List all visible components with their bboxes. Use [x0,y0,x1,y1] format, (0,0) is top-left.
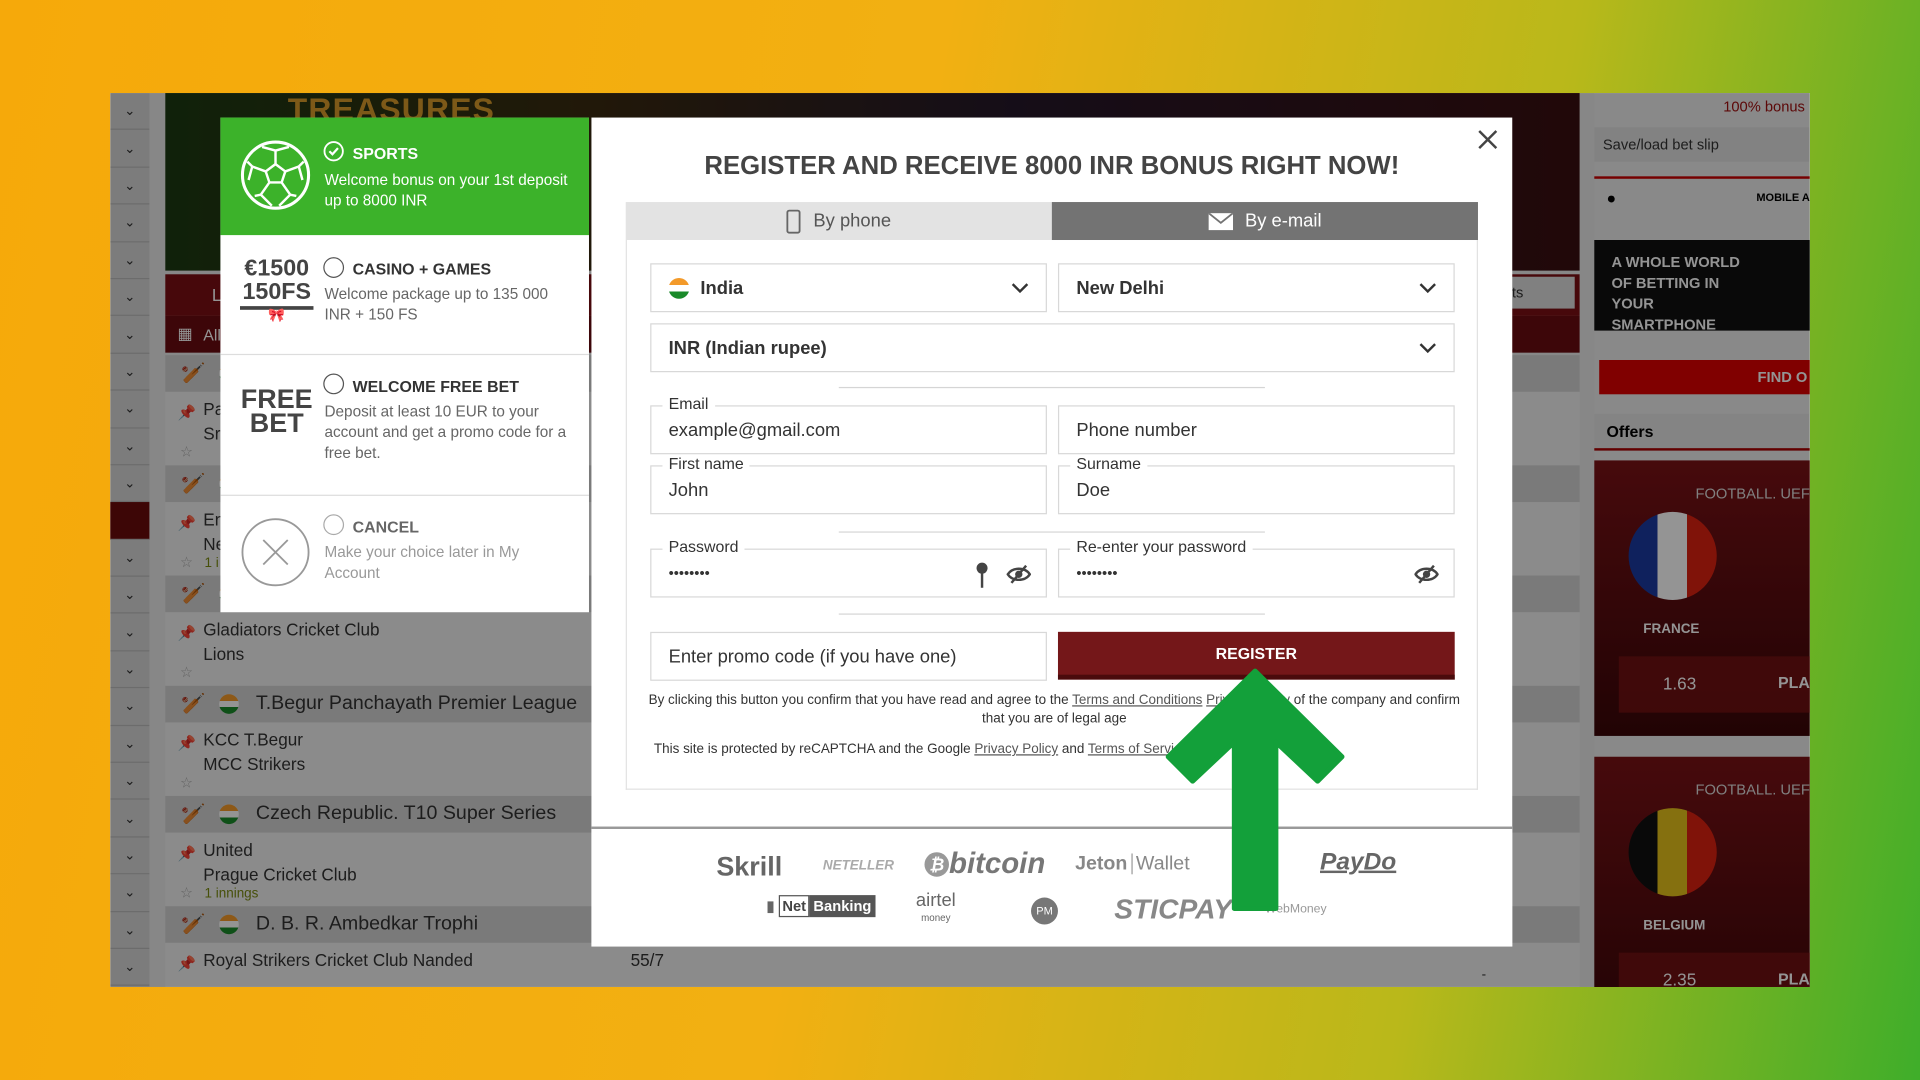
chevron-down-icon [1419,283,1436,294]
country-select[interactable]: India [650,263,1047,313]
phone-icon [786,209,801,233]
casino-gift-icon: €1500 150FS 🎀 [240,257,314,323]
bonus-option-cancel[interactable]: CANCEL Make your choice later in My Acco… [220,496,589,612]
perfect-money-logo: PM [1031,897,1058,925]
eye-hidden-icon[interactable] [1414,564,1439,584]
bonus-option-casino[interactable]: €1500 150FS 🎀 CASINO + GAMES Welcome packa… [220,235,589,356]
modal-title: REGISTER AND RECEIVE 8000 INR BONUS RIGH… [704,151,1400,181]
india-flag-icon [668,277,690,299]
password-field[interactable]: Password •••••••• [650,538,1047,598]
payment-methods: Skrill NETELLER ₿ bitcoin Jeton Wallet Pay… [591,826,1513,947]
skrill-logo: Skrill [716,851,783,882]
neteller-logo: NETELLER [822,858,894,874]
divider [838,613,1265,615]
register-button[interactable]: REGISTER [1057,631,1455,680]
selected-check-icon [323,141,344,162]
google-privacy-link[interactable]: Privacy Policy [974,742,1058,757]
close-icon[interactable] [1476,127,1500,151]
city-select[interactable]: New Delhi [1057,263,1455,313]
radio-button[interactable] [323,257,345,278]
net-banking-logo: ▮ Net Banking [766,895,876,918]
webmoney-logo: WebMoney [1264,902,1327,916]
legal-notice: By clicking this button you confirm that… [648,693,1460,727]
chevron-down-icon [1011,283,1029,294]
bitcoin-logo: ₿ bitcoin [924,847,1045,881]
radio-button[interactable] [323,373,345,395]
sticpay-logo: STICPAY [1114,892,1233,925]
surname-field[interactable]: Surname Doe [1057,455,1455,515]
envelope-icon [1208,212,1233,230]
divider [838,386,1265,389]
registration-form: India New Delhi INR (Indian rupee) Email… [625,240,1478,790]
terms-link[interactable]: Terms and Conditions [1072,693,1202,708]
bonus-option-free-bet[interactable]: FREE BET WELCOME FREE BET Deposit at leas… [220,355,589,496]
bonus-option-sports[interactable]: SPORTS Welcome bonus on your 1st deposit… [220,117,589,236]
radio-button[interactable] [323,514,345,536]
tab-by-email[interactable]: By e-mail [1051,202,1478,241]
eye-hidden-icon[interactable] [1006,564,1032,584]
free-bet-icon: FREE BET [240,383,313,439]
cancel-circle-icon [241,518,310,587]
phone-number-field[interactable]: Phone number [1057,405,1455,455]
paydo-logo: PayDo [1320,848,1397,876]
email-field[interactable]: Email example@gmail.com [650,395,1047,455]
chevron-down-icon [1419,343,1436,354]
google-terms-link[interactable]: Terms of Service [1088,742,1188,757]
jeton-wallet-logo: Jeton Wallet [1075,853,1190,875]
recaptcha-notice: This site is protected by reCAPTCHA and … [653,742,1189,757]
currency-select[interactable]: INR (Indian rupee) [650,323,1455,373]
mouse-icon: ▮ [766,897,775,915]
registration-modal: REGISTER AND RECEIVE 8000 INR BONUS RIGH… [591,117,1513,947]
soccer-ball-icon [240,140,311,210]
key-icon[interactable] [975,562,990,589]
bonus-choice-panel: SPORTS Welcome bonus on your 1st deposit… [220,117,589,613]
promo-code-field[interactable]: Enter promo code (if you have one) [650,631,1047,681]
divider [838,531,1265,533]
reenter-password-field[interactable]: Re-enter your password •••••••• [1057,538,1455,598]
privacy-policy-link[interactable]: Privacy Policy [1206,693,1290,708]
airtel-money-logo: airtel money [915,890,956,924]
tab-by-phone[interactable]: By phone [625,202,1052,241]
first-name-field[interactable]: First name John [650,455,1047,515]
